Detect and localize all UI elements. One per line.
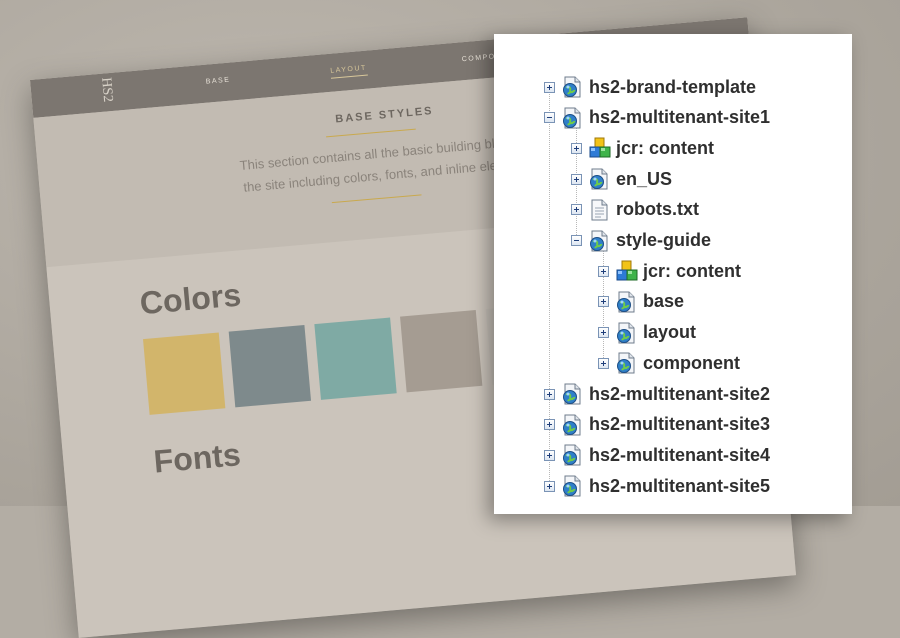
page-globe-icon <box>561 383 583 405</box>
page-globe-icon <box>615 291 637 313</box>
tree-node[interactable]: hs2-multitenant-site5 <box>544 473 770 499</box>
colors-heading: Colors <box>138 276 243 322</box>
tree-node-label[interactable]: layout <box>643 322 696 343</box>
expand-icon[interactable] <box>598 265 609 277</box>
tree-node[interactable]: style-guide <box>571 228 711 254</box>
tree-node[interactable]: robots.txt <box>571 197 699 223</box>
tree-node-label[interactable]: component <box>643 353 740 374</box>
cubes-icon <box>615 260 638 282</box>
collapse-icon[interactable] <box>544 112 555 124</box>
intro-rule <box>331 194 422 204</box>
fonts-heading: Fonts <box>152 436 243 480</box>
expand-icon[interactable] <box>571 173 582 185</box>
nav-item-base[interactable]: BASE <box>206 77 231 86</box>
tree-node[interactable]: jcr: content <box>598 258 741 284</box>
tree-node-label[interactable]: hs2-multitenant-site5 <box>589 476 770 497</box>
page-globe-icon <box>615 352 637 374</box>
tree-node-label[interactable]: hs2-multitenant-site4 <box>589 445 770 466</box>
tree-node-label[interactable]: style-guide <box>616 230 711 251</box>
page-globe-icon <box>561 107 583 129</box>
cubes-icon <box>588 137 611 159</box>
tree-node-label[interactable]: hs2-multitenant-site1 <box>589 107 770 128</box>
page-globe-icon <box>561 475 583 497</box>
content-tree: hs2-brand-template hs2-multitenant-site1 j… <box>494 34 852 514</box>
page-globe-icon <box>561 76 583 98</box>
site-logo: HS2 <box>98 76 116 103</box>
page-globe-icon <box>615 322 637 344</box>
tree-node-label[interactable]: base <box>643 291 684 312</box>
expand-icon[interactable] <box>544 81 555 93</box>
expand-icon[interactable] <box>544 388 555 400</box>
expand-icon[interactable] <box>544 449 555 461</box>
nav-item-layout[interactable]: LAYOUT <box>330 64 368 79</box>
page-globe-icon <box>561 414 583 436</box>
color-swatch <box>314 317 397 400</box>
expand-icon[interactable] <box>571 142 582 154</box>
tree-node-label[interactable]: en_US <box>616 169 672 190</box>
tree-node[interactable]: jcr: content <box>571 135 714 161</box>
tree-node[interactable]: hs2-multitenant-site2 <box>544 381 770 407</box>
file-icon <box>588 199 610 221</box>
collapse-icon[interactable] <box>571 235 582 246</box>
color-swatch <box>143 332 226 415</box>
kicker-rule <box>326 128 416 138</box>
tree-node[interactable]: hs2-brand-template <box>544 74 756 100</box>
tree-node-label[interactable]: hs2-multitenant-site3 <box>589 414 770 435</box>
tree-node[interactable]: hs2-multitenant-site1 <box>544 105 770 131</box>
tree-node[interactable]: layout <box>598 320 696 346</box>
tree-node-label[interactable]: robots.txt <box>616 199 699 220</box>
tree-node[interactable]: hs2-multitenant-site4 <box>544 442 770 468</box>
page-globe-icon <box>561 444 583 466</box>
expand-icon[interactable] <box>544 419 555 431</box>
expand-icon[interactable] <box>571 204 582 216</box>
expand-icon[interactable] <box>598 327 609 339</box>
expand-icon[interactable] <box>544 480 555 492</box>
tree-node[interactable]: base <box>598 289 684 315</box>
content-tree-panel: hs2-brand-template hs2-multitenant-site1 j… <box>494 34 852 514</box>
page-globe-icon <box>588 230 610 252</box>
tree-node[interactable]: en_US <box>571 166 672 192</box>
tree-node-label[interactable]: jcr: content <box>643 261 741 282</box>
expand-icon[interactable] <box>598 357 609 369</box>
color-swatch <box>400 310 483 393</box>
color-swatch <box>228 325 312 408</box>
page-globe-icon <box>588 168 610 190</box>
tree-node[interactable]: component <box>598 350 740 376</box>
tree-node[interactable]: hs2-multitenant-site3 <box>544 412 770 438</box>
expand-icon[interactable] <box>598 296 609 308</box>
tree-node-label[interactable]: jcr: content <box>616 138 714 159</box>
tree-node-label[interactable]: hs2-multitenant-site2 <box>589 384 770 405</box>
tree-node-label[interactable]: hs2-brand-template <box>589 77 756 98</box>
